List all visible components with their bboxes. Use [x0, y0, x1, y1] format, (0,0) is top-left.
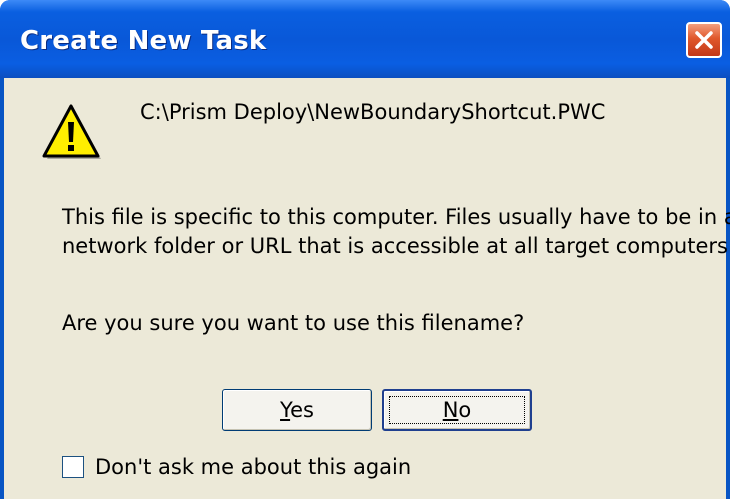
message-line-1: This file is specific to this computer. …	[62, 205, 730, 229]
dont-ask-label[interactable]: Don't ask me about this again	[95, 455, 411, 479]
message-line-2: network folder or URL that is accessible…	[62, 234, 730, 258]
dialog-body: C:\Prism Deploy\NewBoundaryShortcut.PWC …	[4, 78, 730, 499]
dialog-window: Create New Task C:\Prism Deploy\NewBound…	[0, 0, 730, 499]
dont-ask-checkbox[interactable]	[62, 456, 84, 478]
yes-rest: es	[290, 398, 314, 422]
focus-rectangle	[389, 396, 525, 424]
warning-icon	[42, 104, 101, 159]
close-icon	[695, 31, 713, 49]
yes-mnemonic: Y	[280, 398, 291, 422]
window-title: Create New Task	[20, 26, 267, 56]
yes-button[interactable]: Yes	[222, 389, 372, 431]
yes-button-label: Yes	[280, 398, 314, 422]
no-button[interactable]: No	[382, 389, 532, 431]
title-bar[interactable]: Create New Task	[0, 0, 730, 78]
question-text: Are you sure you want to use this filena…	[62, 311, 525, 335]
file-path-text: C:\Prism Deploy\NewBoundaryShortcut.PWC	[140, 100, 606, 124]
close-button[interactable]	[686, 22, 722, 58]
window-frame-right	[726, 78, 730, 499]
